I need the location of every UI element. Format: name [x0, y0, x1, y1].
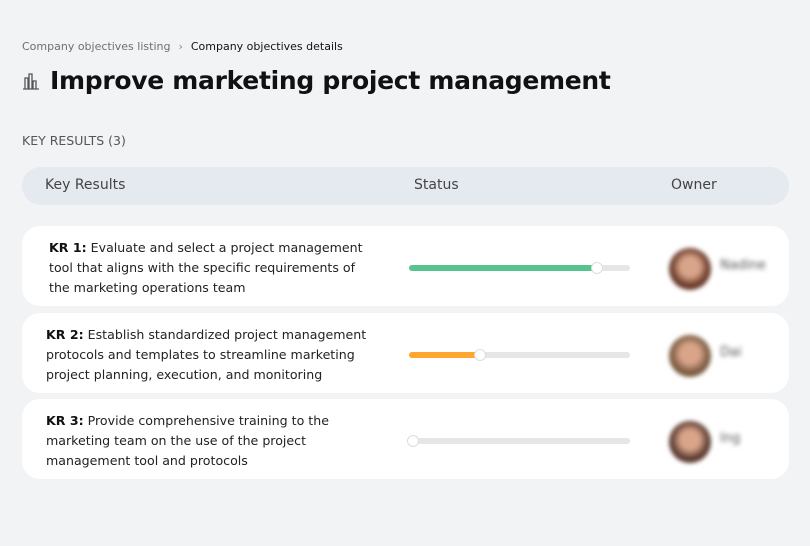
- progress-thumb[interactable]: [407, 435, 420, 447]
- owner-avatar: [669, 335, 711, 377]
- owner-name: Dai: [720, 345, 742, 360]
- progress-fill: [409, 265, 597, 271]
- key-result-description: Establish standardized project managemen…: [46, 327, 367, 382]
- key-result-id: KR 1:: [49, 240, 87, 255]
- owner-name: Ing: [720, 431, 741, 446]
- key-result-text: KR 1: Evaluate and select a project mana…: [49, 238, 379, 298]
- key-result-row[interactable]: KR 3: Provide comprehensive training to …: [22, 399, 789, 479]
- key-result-id: KR 2:: [46, 327, 84, 342]
- header-owner: Owner: [671, 177, 717, 193]
- key-results-count: KEY RESULTS (3): [22, 133, 126, 148]
- progress-slider[interactable]: [407, 435, 630, 447]
- breadcrumb-parent-link[interactable]: Company objectives listing: [22, 40, 170, 53]
- progress-slider[interactable]: [409, 349, 630, 361]
- owner-name: Nadine: [720, 258, 766, 273]
- key-result-text: KR 2: Establish standardized project man…: [46, 325, 376, 385]
- key-result-description: Evaluate and select a project management…: [49, 240, 363, 295]
- progress-thumb[interactable]: [590, 262, 603, 274]
- owner-avatar: [669, 248, 711, 290]
- page-title: Improve marketing project management: [50, 66, 611, 95]
- breadcrumb-current: Company objectives details: [190, 40, 343, 53]
- table-header: Key Results Status Owner: [22, 167, 789, 205]
- header-key-results: Key Results: [45, 177, 126, 193]
- progress-fill: [409, 352, 480, 358]
- key-result-description: Provide comprehensive training to the ma…: [46, 413, 329, 468]
- header-status: Status: [414, 177, 459, 193]
- progress-thumb[interactable]: [473, 349, 486, 361]
- breadcrumb-separator: ›: [178, 40, 183, 53]
- key-result-row[interactable]: KR 1: Evaluate and select a project mana…: [22, 226, 789, 306]
- progress-slider[interactable]: [409, 262, 630, 274]
- breadcrumb: Company objectives listing › Company obj…: [22, 40, 343, 53]
- building-icon: [23, 72, 39, 90]
- page-header: Improve marketing project management: [22, 66, 611, 95]
- key-result-row[interactable]: KR 2: Establish standardized project man…: [22, 313, 789, 393]
- key-result-text: KR 3: Provide comprehensive training to …: [46, 411, 376, 471]
- key-result-id: KR 3:: [46, 413, 84, 428]
- owner-avatar: [669, 421, 711, 463]
